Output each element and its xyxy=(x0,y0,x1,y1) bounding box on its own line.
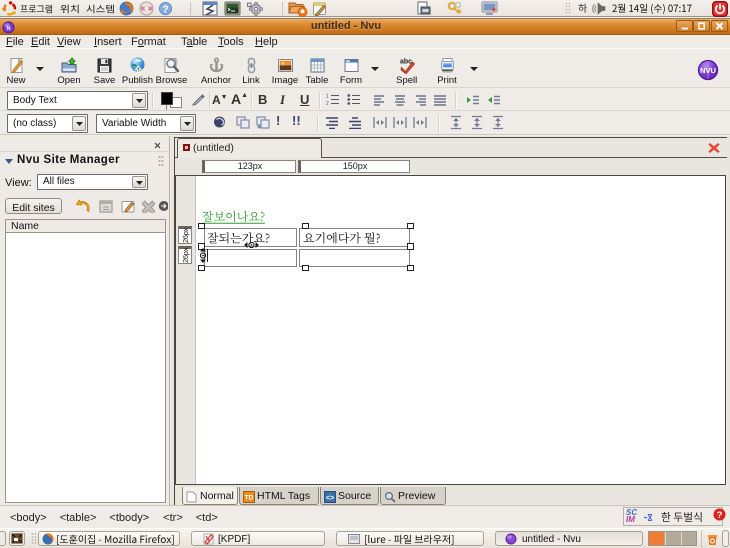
svg-text:?: ? xyxy=(162,4,168,15)
svg-text:?: ? xyxy=(717,510,723,521)
svg-text:<>: <> xyxy=(326,493,335,502)
svg-text:NVU: NVU xyxy=(700,66,717,75)
svg-text:1: 1 xyxy=(326,94,329,100)
svg-text:TD: TD xyxy=(245,495,254,502)
svg-text:2: 2 xyxy=(326,101,329,106)
